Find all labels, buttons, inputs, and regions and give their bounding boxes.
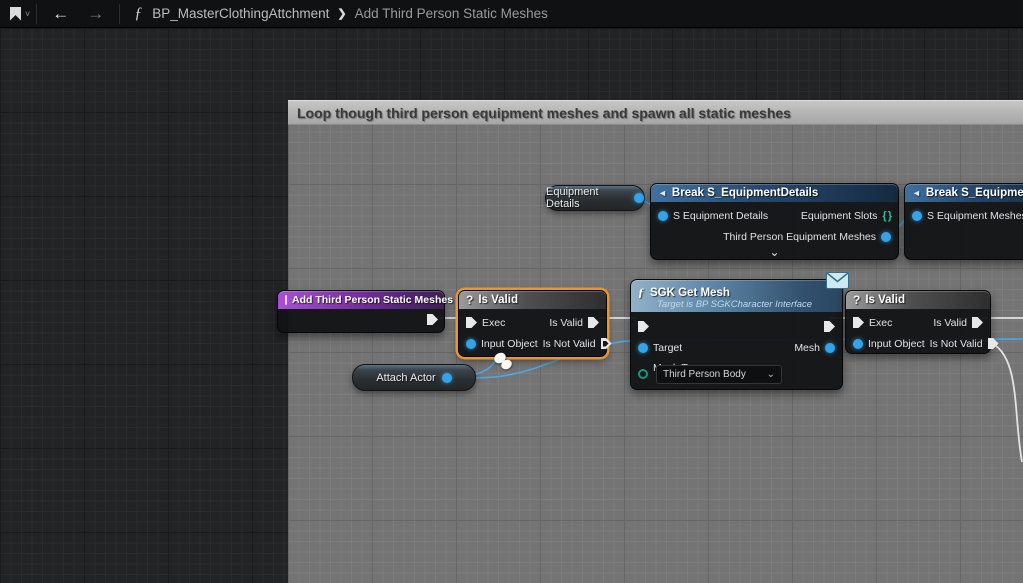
node-equipment-details[interactable]: Equipment Details: [545, 185, 645, 211]
bookmark-caret-icon: ˅: [25, 9, 30, 19]
exec-input-pin[interactable]: [638, 321, 649, 332]
node-subtitle: Target is BP SGKCharacter Interface: [657, 299, 835, 310]
pill-label: Attach Actor: [376, 372, 435, 384]
node-break-s-equipmentmesh[interactable]: ◄ Break S_EquipmentMesh S Equipment Mesh…: [904, 183, 1023, 260]
exec-output-pin-is-valid[interactable]: [588, 317, 599, 328]
mesh-type-dropdown[interactable]: Third Person Body ⌄: [656, 365, 782, 384]
mouse-cursor: [494, 353, 516, 373]
exec-input-pin[interactable]: [853, 317, 864, 328]
toolbar: ˅ ← → ƒ BP_MasterClothingAttchment ❯ Add…: [0, 0, 1023, 28]
mesh-type-value: Third Person Body: [663, 369, 746, 380]
function-entry-icon: [285, 295, 287, 305]
pin-label: Exec: [869, 317, 892, 329]
exec-output-pin-is-valid[interactable]: [972, 317, 983, 328]
wire-isvalid2-notvalid-out[interactable]: [976, 339, 1022, 462]
bookmark-icon: [10, 7, 21, 21]
node-add-third-person-static-meshes[interactable]: Add Third Person Static Meshes: [277, 290, 445, 333]
break-struct-icon: ◄: [658, 188, 667, 198]
pin-label: S Equipment Details: [673, 210, 768, 222]
exec-input-pin[interactable]: [466, 317, 477, 328]
pin-label: Is Not Valid: [543, 338, 596, 350]
back-button[interactable]: ←: [43, 0, 78, 28]
pin-label: Is Valid: [549, 317, 583, 329]
node-header[interactable]: ƒ SGK Get Mesh Target is BP SGKCharacter…: [631, 280, 842, 312]
node-title: Break S_EquipmentMesh: [926, 187, 1023, 199]
question-icon: ?: [853, 293, 860, 307]
input-pin-s-equipment-details[interactable]: [658, 211, 668, 221]
exec-output-pin-is-not-valid[interactable]: [988, 338, 999, 349]
pin-label: Equipment Slots: [801, 210, 877, 222]
exec-output-pin-is-not-valid[interactable]: [601, 338, 612, 349]
bookmark-button[interactable]: ˅: [0, 0, 30, 27]
pin-label: Exec: [482, 317, 505, 329]
break-struct-icon: ◄: [912, 188, 921, 198]
node-title: Is Valid: [865, 294, 905, 306]
dropdown-caret-icon: ⌄: [767, 369, 775, 380]
output-pin-mesh[interactable]: [825, 343, 835, 353]
input-pin-input-object[interactable]: [853, 339, 863, 349]
pin-label: Input Object: [868, 338, 925, 350]
question-icon: ?: [466, 293, 473, 307]
function-icon: ƒ: [134, 5, 142, 23]
interface-envelope-icon: [826, 272, 849, 289]
breadcrumb-chevron-icon: ❯: [337, 7, 346, 20]
node-header[interactable]: Add Third Person Static Meshes: [278, 291, 444, 309]
pin-label: Is Not Valid: [930, 338, 983, 350]
pin-label: Target: [653, 342, 682, 354]
node-header[interactable]: ◄ Break S_EquipmentDetails: [651, 184, 898, 202]
toolbar-divider: [119, 4, 120, 24]
output-pin-attach-actor[interactable]: [442, 373, 452, 383]
function-icon: ƒ: [638, 285, 644, 300]
pin-label: Mesh: [794, 342, 820, 354]
forward-button[interactable]: →: [78, 0, 113, 28]
pin-label: S Equipment Meshes: [927, 210, 1023, 222]
breadcrumb-blueprint[interactable]: BP_MasterClothingAttchment: [152, 6, 329, 21]
node-is-valid-1[interactable]: ? Is Valid Exec Is Valid Input Object Is…: [458, 290, 607, 357]
node-title: SGK Get Mesh: [650, 287, 730, 299]
node-title: Is Valid: [478, 294, 518, 306]
output-pin-equipment-details[interactable]: [634, 193, 644, 203]
node-attach-actor[interactable]: Attach Actor: [352, 364, 476, 391]
map-pin-icon[interactable]: { }: [882, 210, 891, 222]
pill-label: Equipment Details: [546, 186, 628, 210]
input-pin-input-object[interactable]: [466, 339, 476, 349]
node-header[interactable]: ◄ Break S_EquipmentMesh: [905, 184, 1023, 202]
exec-output-pin[interactable]: [824, 321, 835, 332]
node-is-valid-2[interactable]: ? Is Valid Exec Is Valid Input Object Is…: [845, 290, 991, 354]
graph-canvas[interactable]: Loop though third person equipment meshe…: [0, 28, 1023, 583]
pin-label: Input Object: [481, 338, 538, 350]
toolbar-divider: [36, 4, 37, 24]
pin-label: Is Valid: [933, 317, 967, 329]
input-pin-s-equipment-meshes[interactable]: [912, 211, 922, 221]
expand-advanced-chevron-icon[interactable]: ⌄: [651, 247, 898, 260]
output-pin-third-person-equipment-meshes[interactable]: [881, 232, 891, 242]
node-header[interactable]: ? Is Valid: [846, 291, 990, 309]
input-pin-mesh-type[interactable]: [638, 369, 648, 379]
node-break-s-equipmentdetails[interactable]: ◄ Break S_EquipmentDetails S Equipment D…: [650, 183, 899, 260]
exec-output-pin[interactable]: [427, 314, 438, 325]
pin-label: Third Person Equipment Meshes: [723, 231, 876, 243]
blueprint-editor: ˅ ← → ƒ BP_MasterClothingAttchment ❯ Add…: [0, 0, 1023, 583]
node-header[interactable]: ? Is Valid: [459, 291, 606, 309]
breadcrumb-function[interactable]: Add Third Person Static Meshes: [355, 6, 548, 21]
node-title: Break S_EquipmentDetails: [672, 187, 818, 199]
node-title: Add Third Person Static Meshes: [292, 294, 453, 306]
node-sgk-get-mesh[interactable]: ƒ SGK Get Mesh Target is BP SGKCharacter…: [630, 279, 843, 390]
input-pin-target[interactable]: [638, 343, 648, 353]
